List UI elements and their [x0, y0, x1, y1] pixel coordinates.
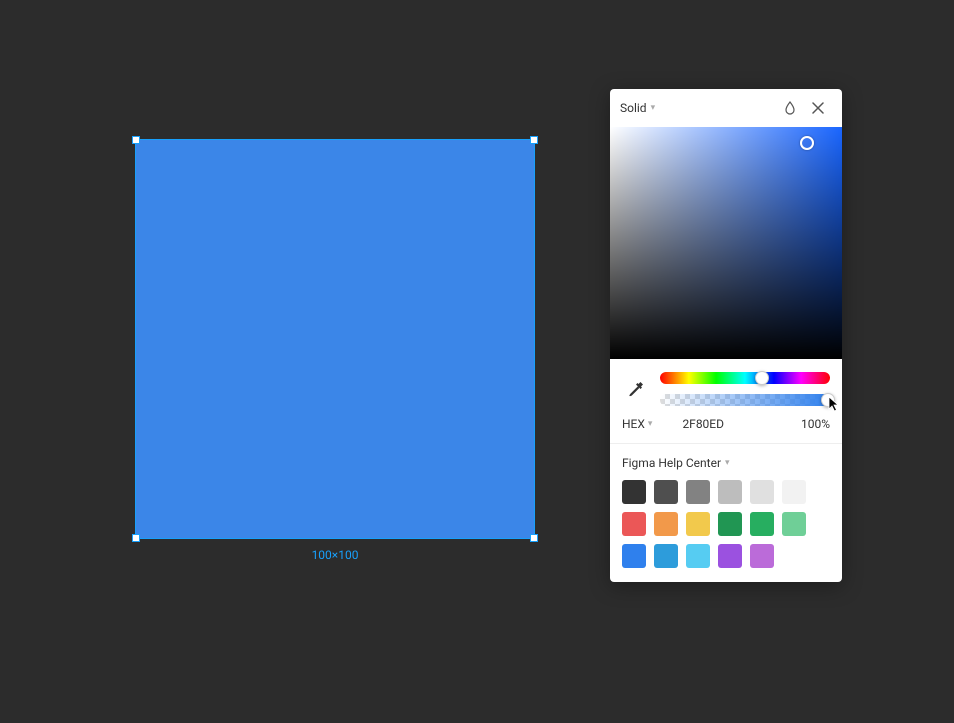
swatch-13[interactable] [654, 544, 678, 568]
chevron-down-icon: ▾ [651, 103, 656, 113]
hex-input[interactable]: 2F80ED [658, 417, 784, 431]
color-model-label: HEX [622, 417, 645, 431]
resize-handle-bottom-left[interactable] [132, 534, 140, 542]
swatch-15[interactable] [718, 544, 742, 568]
color-model-dropdown[interactable]: HEX ▾ [622, 417, 652, 431]
selection-size-label: 100×100 [312, 548, 359, 562]
eyedropper-button[interactable] [622, 369, 650, 409]
hue-slider-handle[interactable] [755, 371, 769, 385]
swatch-6[interactable] [622, 512, 646, 536]
opacity-input[interactable]: 100% [790, 417, 830, 431]
color-value-row: HEX ▾ 2F80ED 100% [610, 415, 842, 443]
swatch-3[interactable] [718, 480, 742, 504]
swatch-5[interactable] [782, 480, 806, 504]
canvas-selected-rectangle[interactable]: 100×100 [135, 139, 535, 539]
chevron-down-icon: ▾ [725, 458, 730, 468]
fill-type-dropdown[interactable]: Solid ▾ [620, 101, 655, 115]
resize-handle-bottom-right[interactable] [530, 534, 538, 542]
swatch-10[interactable] [750, 512, 774, 536]
hue-slider[interactable] [660, 372, 830, 384]
color-picker-header: Solid ▾ [610, 89, 842, 127]
swatch-0[interactable] [622, 480, 646, 504]
saturation-value-field[interactable] [610, 127, 842, 359]
alpha-slider[interactable] [660, 394, 830, 406]
swatch-14[interactable] [686, 544, 710, 568]
color-library-label: Figma Help Center [622, 456, 721, 470]
fill-type-label: Solid [620, 101, 647, 115]
blend-mode-button[interactable] [776, 94, 804, 122]
resize-handle-top-left[interactable] [132, 136, 140, 144]
close-icon [812, 102, 824, 114]
swatch-8[interactable] [686, 512, 710, 536]
swatch-16[interactable] [750, 544, 774, 568]
swatch-7[interactable] [654, 512, 678, 536]
swatch-1[interactable] [654, 480, 678, 504]
color-library-dropdown[interactable]: Figma Help Center ▾ [610, 444, 842, 480]
swatch-9[interactable] [718, 512, 742, 536]
swatch-grid [610, 480, 842, 582]
chevron-down-icon: ▾ [648, 419, 653, 429]
swatch-4[interactable] [750, 480, 774, 504]
slider-row [610, 359, 842, 415]
resize-handle-top-right[interactable] [530, 136, 538, 144]
eyedropper-icon [627, 380, 645, 398]
droplet-icon [783, 101, 797, 115]
close-button[interactable] [804, 94, 832, 122]
sv-handle[interactable] [800, 136, 814, 150]
swatch-2[interactable] [686, 480, 710, 504]
swatch-11[interactable] [782, 512, 806, 536]
alpha-slider-handle[interactable] [821, 393, 835, 407]
swatch-12[interactable] [622, 544, 646, 568]
color-picker-panel: Solid ▾ [610, 89, 842, 582]
